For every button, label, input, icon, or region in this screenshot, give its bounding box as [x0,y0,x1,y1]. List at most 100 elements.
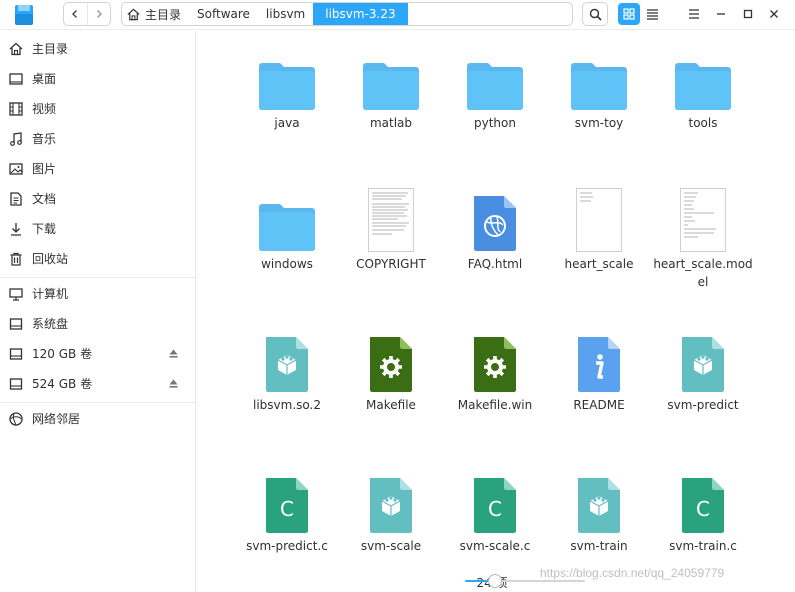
file-item-svm-scale[interactable]: svm-scale [339,454,443,584]
sidebar-item-label: 系统盘 [32,317,69,331]
file-item-makefile-win[interactable]: Makefile.win [443,313,547,443]
sidebar-item-system-disk[interactable]: 系统盘 [0,310,195,338]
file-item-java[interactable]: java [235,31,339,161]
file-item-windows[interactable]: windows [235,172,339,302]
menu-button[interactable] [684,4,704,24]
file-item-copyright[interactable]: COPYRIGHT [339,172,443,302]
picture-icon [9,163,23,175]
file-item-svm-scale-c[interactable]: C svm-scale.c [443,454,547,584]
sidebar-item-videos[interactable]: 视频 [0,95,195,123]
list-view-button[interactable] [641,3,663,25]
file-name: Makefile [366,398,416,412]
file-name: heart_scale [564,257,634,271]
computer-icon [9,288,23,301]
sidebar-item-music[interactable]: 音乐 [0,125,195,153]
home-icon [9,42,23,56]
folder-icon [547,41,651,111]
folder-icon [339,41,443,111]
search-button[interactable] [582,2,608,26]
sidebar-item-volume-120gb[interactable]: 120 GB 卷 [0,340,195,368]
sidebar-item-pictures[interactable]: 图片 [0,155,195,183]
icon-view-button[interactable] [618,3,640,25]
sidebar-item-label: 图片 [32,162,57,176]
text-preview-icon [339,182,443,252]
sidebar-divider [0,402,195,403]
video-icon [9,102,23,116]
executable-file-icon [547,464,651,534]
close-button[interactable] [764,4,784,24]
list-view-icon [646,9,658,20]
executable-file-icon [339,464,443,534]
sidebar-item-computer[interactable]: 计算机 [0,280,195,308]
sidebar-item-documents[interactable]: 文档 [0,185,195,213]
sidebar-item-label: 计算机 [32,287,69,301]
desktop-icon [9,73,23,85]
chevron-right-icon [96,10,102,18]
file-item-svm-toy[interactable]: svm-toy [547,31,651,161]
file-item-svm-predict-c[interactable]: C svm-predict.c [235,454,339,584]
network-icon [9,412,23,426]
file-name: FAQ.html [467,257,523,271]
file-item-matlab[interactable]: matlab [339,31,443,161]
sidebar-item-downloads[interactable]: 下载 [0,215,195,243]
breadcrumb-libsvm[interactable]: libsvm [258,3,313,25]
file-name: svm-train.c [669,539,737,553]
sidebar: 主目录 桌面 视频 音乐 图片 文档 下载 回收站 计算机 系统盘 120 GB… [0,31,196,592]
sidebar-item-network[interactable]: 网络邻居 [0,405,195,433]
breadcrumb-software[interactable]: Software [189,3,258,25]
watermark-text: https://blog.csdn.net/qq_24059779 [540,566,725,580]
chevron-left-icon [72,10,78,18]
file-item-svm-train-c[interactable]: C svm-train.c [651,454,755,584]
maximize-button[interactable] [738,4,758,24]
sidebar-item-label: 文档 [32,192,57,206]
sidebar-item-label: 网络邻居 [32,412,81,426]
file-item-heart-scale[interactable]: heart_scale [547,172,651,302]
menu-icon [689,9,699,19]
file-item-faq-html[interactable]: FAQ.html [443,172,547,302]
svg-text:C: C [280,497,294,521]
breadcrumb-home[interactable]: 主目录 [122,3,189,25]
file-name: svm-predict.c [246,539,328,553]
sidebar-item-volume-524gb[interactable]: 524 GB 卷 [0,370,195,398]
trash-icon [10,252,22,266]
file-name: java [274,116,300,130]
sidebar-item-label: 524 GB 卷 [32,377,93,391]
eject-icon[interactable] [168,378,179,389]
folder-icon [235,182,339,252]
minimize-button[interactable] [711,4,731,24]
back-button[interactable] [64,3,87,25]
sidebar-item-trash[interactable]: 回收站 [0,245,195,273]
forward-button[interactable] [86,3,111,25]
svg-text:C: C [488,497,502,521]
file-item-readme[interactable]: README [547,313,651,443]
breadcrumb: 主目录 Software libsvm libsvm-3.23 [121,2,573,26]
file-item-heart-scale-model[interactable]: heart_scale.model [651,172,755,302]
file-item-makefile[interactable]: Makefile [339,313,443,443]
navigation-buttons [63,2,111,26]
file-item-svm-predict[interactable]: svm-predict [651,313,755,443]
close-icon [770,10,778,18]
file-item-tools[interactable]: tools [651,31,755,161]
breadcrumb-libsvm-3-23[interactable]: libsvm-3.23 [313,3,408,25]
makefile-icon [339,323,443,393]
zoom-slider-handle[interactable] [488,574,502,588]
zoom-slider[interactable] [465,574,585,588]
file-name: svm-toy [574,116,624,130]
folder-icon [443,41,547,111]
file-item-svm-train[interactable]: svm-train [547,454,651,584]
search-icon [589,8,602,21]
music-icon [10,132,22,146]
sidebar-item-desktop[interactable]: 桌面 [0,65,195,93]
file-item-libsvm-so-2[interactable]: libsvm.so.2 [235,313,339,443]
executable-file-icon [651,323,755,393]
svg-text:C: C [696,497,710,521]
file-item-python[interactable]: python [443,31,547,161]
sidebar-item-home[interactable]: 主目录 [0,35,195,63]
html-file-icon [443,182,547,252]
file-name: README [573,398,625,412]
eject-icon[interactable] [168,348,179,359]
file-name: svm-train [570,539,628,553]
document-icon [10,192,22,206]
home-icon [127,8,140,20]
icon-view-icon [623,8,635,20]
